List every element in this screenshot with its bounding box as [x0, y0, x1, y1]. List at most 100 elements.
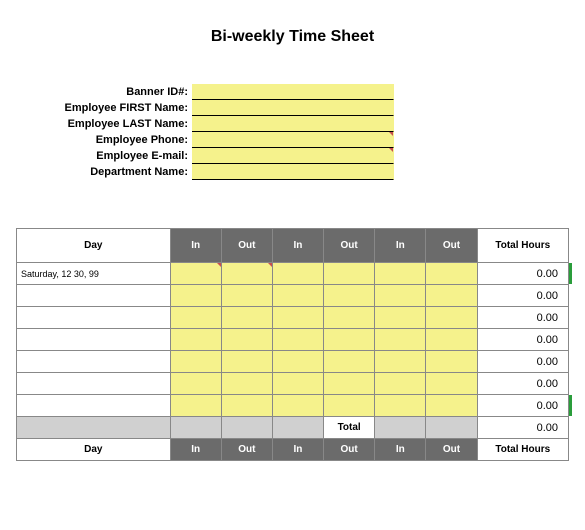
out-cell[interactable] — [221, 307, 272, 329]
day-cell[interactable] — [17, 395, 171, 417]
col-out-1: Out — [221, 229, 272, 263]
header-row-top: Day In Out In Out In Out Total Hours — [17, 229, 569, 263]
table-row: Saturday, 12 30, 99 0.00 — [17, 263, 569, 285]
in-cell[interactable] — [272, 263, 323, 285]
col-in-2: In — [272, 439, 323, 461]
in-cell[interactable] — [170, 395, 221, 417]
total-spacer — [170, 417, 221, 439]
out-cell[interactable] — [221, 329, 272, 351]
out-cell[interactable] — [426, 263, 477, 285]
out-cell[interactable] — [324, 373, 375, 395]
phone-input[interactable] — [192, 132, 394, 148]
in-cell[interactable] — [272, 351, 323, 373]
out-cell[interactable] — [426, 395, 477, 417]
dept-input[interactable] — [192, 164, 394, 180]
col-out-2: Out — [324, 439, 375, 461]
grand-total-cell: 0.00 — [477, 417, 568, 439]
in-cell[interactable] — [170, 263, 221, 285]
total-spacer — [375, 417, 426, 439]
out-cell[interactable] — [324, 307, 375, 329]
col-in-1: In — [170, 439, 221, 461]
in-cell[interactable] — [170, 329, 221, 351]
page-title: Bi-weekly Time Sheet — [0, 0, 585, 64]
total-cell: 0.00 — [477, 307, 568, 329]
in-cell[interactable] — [375, 351, 426, 373]
employee-info-block: Banner ID#: Employee FIRST Name: Employe… — [18, 84, 585, 180]
out-cell[interactable] — [324, 285, 375, 307]
total-spacer — [272, 417, 323, 439]
col-total: Total Hours — [477, 229, 568, 263]
in-cell[interactable] — [170, 307, 221, 329]
out-cell[interactable] — [426, 373, 477, 395]
out-cell[interactable] — [221, 395, 272, 417]
total-cell: 0.00 — [477, 285, 568, 307]
day-cell[interactable] — [17, 285, 171, 307]
in-cell[interactable] — [170, 373, 221, 395]
in-cell[interactable] — [375, 395, 426, 417]
timesheet-table-wrap: Day In Out In Out In Out Total Hours Sat… — [16, 228, 569, 461]
in-cell[interactable] — [375, 285, 426, 307]
col-out-3: Out — [426, 439, 477, 461]
col-total: Total Hours — [477, 439, 568, 461]
total-cell: 0.00 — [477, 395, 568, 417]
in-cell[interactable] — [272, 373, 323, 395]
in-cell[interactable] — [375, 329, 426, 351]
in-cell[interactable] — [375, 373, 426, 395]
out-cell[interactable] — [426, 285, 477, 307]
comment-marker-icon — [389, 132, 393, 136]
out-cell[interactable] — [324, 395, 375, 417]
banner-id-input[interactable] — [192, 84, 394, 100]
day-cell[interactable] — [17, 329, 171, 351]
in-cell[interactable] — [375, 307, 426, 329]
edge-marker-icon — [569, 395, 572, 416]
total-label: Total — [324, 417, 375, 439]
out-cell[interactable] — [426, 307, 477, 329]
total-spacer — [221, 417, 272, 439]
table-row: 0.00 — [17, 373, 569, 395]
total-spacer — [426, 417, 477, 439]
out-cell[interactable] — [221, 263, 272, 285]
total-cell: 0.00 — [477, 263, 568, 285]
total-row: Total 0.00 — [17, 417, 569, 439]
first-name-input[interactable] — [192, 100, 394, 116]
email-input[interactable] — [192, 148, 394, 164]
col-day: Day — [17, 229, 171, 263]
in-cell[interactable] — [170, 351, 221, 373]
table-row: 0.00 — [17, 351, 569, 373]
comment-marker-icon — [389, 148, 393, 152]
total-cell: 0.00 — [477, 329, 568, 351]
out-cell[interactable] — [221, 373, 272, 395]
table-row: 0.00 — [17, 329, 569, 351]
out-cell[interactable] — [426, 329, 477, 351]
banner-id-label: Banner ID#: — [18, 84, 192, 100]
out-cell[interactable] — [324, 263, 375, 285]
out-cell[interactable] — [221, 285, 272, 307]
edge-marker-icon — [569, 263, 572, 284]
last-name-input[interactable] — [192, 116, 394, 132]
out-cell[interactable] — [324, 351, 375, 373]
day-cell[interactable] — [17, 351, 171, 373]
col-in-2: In — [272, 229, 323, 263]
total-cell: 0.00 — [477, 373, 568, 395]
in-cell[interactable] — [272, 285, 323, 307]
comment-marker-icon — [217, 263, 221, 267]
day-cell[interactable] — [17, 373, 171, 395]
col-in-1: In — [170, 229, 221, 263]
col-day: Day — [17, 439, 171, 461]
in-cell[interactable] — [272, 395, 323, 417]
last-name-label: Employee LAST Name: — [18, 116, 192, 132]
first-name-label: Employee FIRST Name: — [18, 100, 192, 116]
in-cell[interactable] — [170, 285, 221, 307]
out-cell[interactable] — [426, 351, 477, 373]
out-cell[interactable] — [221, 351, 272, 373]
in-cell[interactable] — [272, 329, 323, 351]
day-cell[interactable]: Saturday, 12 30, 99 — [17, 263, 171, 285]
in-cell[interactable] — [375, 263, 426, 285]
col-in-3: In — [375, 229, 426, 263]
email-label: Employee E-mail: — [18, 148, 192, 164]
out-cell[interactable] — [324, 329, 375, 351]
col-out-1: Out — [221, 439, 272, 461]
day-cell[interactable] — [17, 307, 171, 329]
in-cell[interactable] — [272, 307, 323, 329]
timesheet-table: Day In Out In Out In Out Total Hours Sat… — [16, 228, 569, 461]
